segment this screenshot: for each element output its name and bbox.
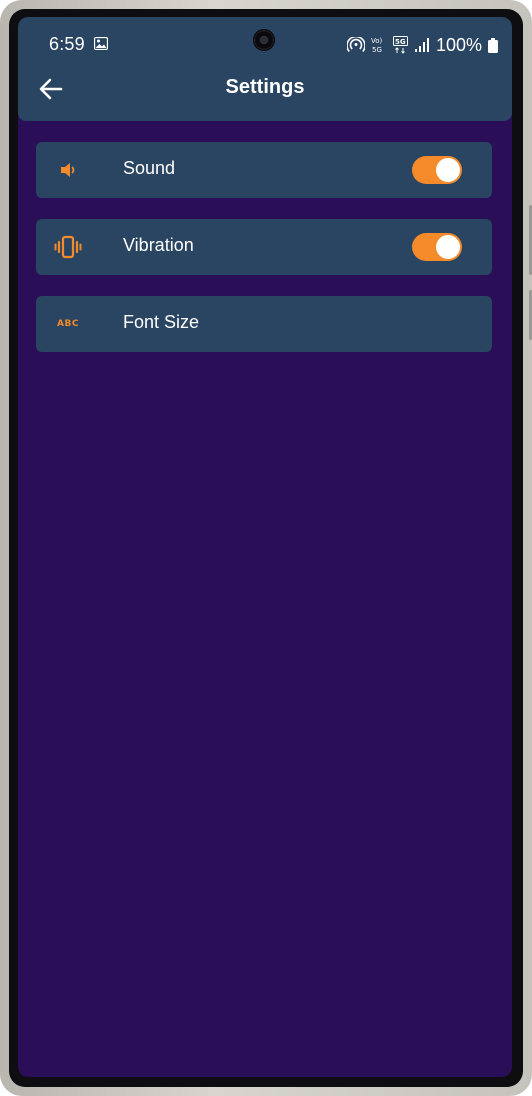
abc-icon-text: ABC	[57, 319, 79, 329]
setting-label-vibration: Vibration	[123, 235, 194, 255]
settings-list: Sound Vibration ABC Font Size	[36, 142, 492, 373]
volte-icon: Vo) 5G	[371, 37, 383, 54]
setting-row-font-size[interactable]: ABC Font Size	[36, 296, 492, 352]
hotspot-icon	[346, 37, 365, 53]
vibration-icon	[54, 233, 82, 261]
signal-icon	[414, 38, 429, 52]
sound-toggle[interactable]	[412, 156, 462, 184]
status-icons: Vo) 5G 5G 100%	[346, 34, 498, 56]
page-title: Settings	[225, 76, 305, 98]
vibration-toggle[interactable]	[412, 233, 462, 261]
svg-text:5G: 5G	[395, 38, 406, 46]
svg-text:5G: 5G	[372, 46, 382, 54]
setting-label-font-size: Font Size	[123, 312, 200, 332]
phone-frame: 6:59 Vo) 5G 5G 100% Settings Sound Vibra…	[0, 0, 532, 1096]
network-5g-icon: 5G	[392, 36, 408, 54]
speaker-icon	[54, 156, 82, 184]
setting-row-sound[interactable]: Sound	[36, 142, 492, 198]
setting-row-vibration[interactable]: Vibration	[36, 219, 492, 275]
status-time: 6:59	[49, 34, 85, 54]
front-camera	[254, 30, 274, 50]
top-app-bar: 6:59 Vo) 5G 5G 100% Settings	[18, 17, 512, 121]
gallery-notification-icon	[94, 37, 108, 50]
battery-percentage: 100%	[435, 34, 482, 55]
screen: 6:59 Vo) 5G 5G 100% Settings Sound Vibra…	[18, 17, 512, 1077]
toggle-knob	[436, 158, 460, 182]
toggle-knob	[436, 235, 460, 259]
svg-text:Vo): Vo)	[371, 37, 383, 45]
battery-icon	[488, 37, 498, 53]
abc-text-icon: ABC	[54, 310, 82, 338]
setting-label-sound: Sound	[123, 158, 176, 178]
